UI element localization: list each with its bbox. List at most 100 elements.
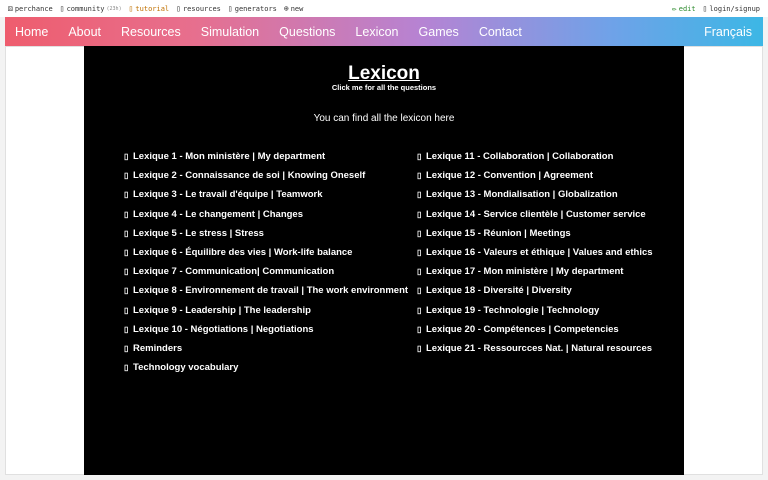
lexicon-item-label: Lexique 20 - Compétences | Competencies (426, 323, 619, 335)
lexicon-item-label: Lexique 8 - Environnement de travail | T… (133, 285, 409, 297)
lexicon-item[interactable]: ▯ Lexique 1 - Mon ministère | My departme… (124, 147, 408, 166)
resources-link[interactable]: ▯ resources (176, 4, 221, 13)
lexicon-item-label: Technology vocabulary (133, 362, 239, 374)
lexicon-item-label: Lexique 16 - Valeurs et éthique | Values… (426, 247, 653, 259)
lexicon-item-label: Lexique 10 - Négotiations | Negotiations (133, 323, 314, 335)
lexicon-item[interactable]: ▯ Lexique 3 - Le travail d'équipe | Teamw… (124, 185, 408, 204)
lexicon-item[interactable]: ▯ Lexique 6 - Équilibre des vies | Work-l… (124, 243, 408, 262)
document-icon: ▯ (124, 228, 129, 238)
lexicon-item-label: Lexique 2 - Connaissance de soi | Knowin… (133, 170, 366, 182)
lexicon-item[interactable]: ▯ Lexique 18 - Diversité | Diversity (417, 281, 653, 300)
lexicon-item-label: Lexique 9 - Leadership | The leadership (133, 304, 311, 316)
book-icon: ▯ (176, 4, 181, 13)
page-title[interactable]: Lexicon (84, 63, 684, 85)
nav-simulation[interactable]: Simulation (191, 25, 269, 39)
document-icon: ▯ (124, 324, 129, 334)
community-link[interactable]: ▯ community (23h) (60, 4, 122, 13)
lexicon-item[interactable]: ▯ Lexique 2 - Connaissance de soi | Knowi… (124, 166, 408, 185)
lexicon-item[interactable]: ▯ Lexique 5 - Le stress | Stress (124, 224, 408, 243)
lexicon-item[interactable]: ▯ Lexique 19 - Technologie | Technology (417, 301, 653, 320)
nav-links: Home About Resources Simulation Question… (5, 17, 532, 46)
new-label: new (290, 4, 304, 13)
lexicon-item-label: Lexique 12 - Convention | Agreement (426, 170, 594, 182)
list-icon: ▯ (227, 4, 233, 13)
lexicon-panel: Lexicon Click me for all the questions Y… (84, 46, 684, 475)
lexicon-item[interactable]: ▯ Lexique 13 - Mondialisation | Globaliza… (417, 185, 653, 204)
questions-link[interactable]: Click me for all the questions (84, 83, 684, 92)
document-icon: ▯ (124, 209, 129, 219)
lexicon-item-label: Lexique 17 - Mon ministère | My departme… (426, 266, 624, 278)
new-link[interactable]: ⊕ new (284, 4, 303, 13)
lexicon-item[interactable]: ▯ Lexique 12 - Convention | Agreement (417, 166, 653, 185)
lexicon-item-label: Lexique 3 - Le travail d'équipe | Teamwo… (133, 189, 323, 201)
document-icon: ▯ (417, 171, 422, 181)
brand-label: perchance (14, 4, 53, 13)
language-toggle[interactable]: Français (704, 25, 763, 39)
document-icon: ▯ (124, 171, 129, 181)
lexicon-list-left: ▯ Lexique 1 - Mon ministère | My departme… (124, 147, 408, 377)
lexicon-item-label: Lexique 7 - Communication| Communication (133, 266, 335, 278)
lexicon-item-label: Lexique 18 - Diversité | Diversity (426, 285, 572, 297)
community-label: community (66, 4, 105, 13)
generators-link[interactable]: ▯ generators (228, 4, 277, 13)
lexicon-item[interactable]: ▯ Lexique 16 - Valeurs et éthique | Value… (417, 243, 653, 262)
lexicon-item[interactable]: ▯ Lexique 17 - Mon ministère | My departm… (417, 262, 653, 281)
document-icon: ▯ (417, 286, 422, 296)
edit-label: edit (678, 4, 696, 13)
document-icon: ▯ (417, 343, 422, 353)
document-icon: ▯ (417, 267, 422, 277)
login-link[interactable]: ▯ login/signup (703, 4, 760, 13)
lexicon-item[interactable]: ▯ Lexique 11 - Collaboration | Collaborat… (417, 147, 653, 166)
tutorial-label: tutorial (135, 4, 170, 13)
intro-text: You can find all the lexicon here (313, 113, 455, 124)
document-icon: ▯ (124, 343, 129, 353)
document-icon: ▯ (124, 190, 129, 200)
document-icon: ▯ (124, 152, 129, 162)
document-icon: ▯ (124, 248, 129, 258)
brand-link[interactable]: ⚄ perchance (8, 4, 53, 13)
document-icon: ▯ (417, 152, 422, 162)
lexicon-item-label: Lexique 1 - Mon ministère | My departmen… (133, 151, 326, 163)
document-icon: ▯ (124, 363, 129, 373)
lexicon-item[interactable]: ▯ Lexique 14 - Service clientèle | Custom… (417, 205, 653, 224)
lexicon-item[interactable]: ▯ Lexique 10 - Négotiations | Negotiation… (124, 320, 408, 339)
book-icon: ▯ (128, 4, 134, 13)
edit-link[interactable]: ✏ edit (672, 4, 696, 13)
nav-home[interactable]: Home (5, 25, 58, 39)
perchance-topbar: ⚄ perchance ▯ community (23h) ▯ tutorial… (0, 0, 768, 17)
nav-contact[interactable]: Contact (469, 25, 532, 39)
resources-label: resources (182, 4, 221, 13)
nav-games[interactable]: Games (409, 25, 469, 39)
document-icon: ▯ (417, 190, 422, 200)
lexicon-item-label: Lexique 5 - Le stress | Stress (133, 227, 264, 239)
nav-resources[interactable]: Resources (111, 25, 191, 39)
nav-questions[interactable]: Questions (269, 25, 345, 39)
lexicon-item[interactable]: ▯ Lexique 7 - Communication| Communicatio… (124, 262, 408, 281)
lexicon-item-label: Lexique 11 - Collaboration | Collaborati… (426, 151, 614, 163)
lexicon-item[interactable]: ▯ Lexique 4 - Le changement | Changes (124, 205, 408, 224)
lexicon-item[interactable]: ▯ Lexique 20 - Compétences | Competencies (417, 320, 653, 339)
lexicon-item-label: Lexique 6 - Équilibre des vies | Work-li… (133, 247, 353, 259)
community-count: (23h) (106, 5, 122, 12)
lexicon-item[interactable]: ▯ Lexique 8 - Environnement de travail | … (124, 281, 408, 300)
lexicon-item[interactable]: ▯ Technology vocabulary (124, 358, 408, 377)
main-navbar: Home About Resources Simulation Question… (5, 17, 763, 46)
lexicon-item-label: Lexique 4 - Le changement | Changes (133, 208, 304, 220)
pencil-icon: ✏ (671, 4, 677, 13)
document-icon: ▯ (124, 267, 129, 277)
lexicon-item-label: Lexique 19 - Technologie | Technology (426, 304, 600, 316)
topbar-right: ✏ edit ▯ login/signup (672, 4, 760, 13)
nav-lexicon[interactable]: Lexicon (345, 25, 408, 39)
chat-icon: ▯ (59, 4, 65, 13)
lexicon-item[interactable]: ▯ Lexique 21 - Ressourcces Nat. | Natural… (417, 339, 653, 358)
lexicon-item-label: Lexique 14 - Service clientèle | Custome… (426, 208, 646, 220)
dice-icon: ⚄ (8, 4, 13, 13)
topbar-left: ⚄ perchance ▯ community (23h) ▯ tutorial… (8, 4, 303, 13)
lexicon-item[interactable]: ▯ Reminders (124, 339, 408, 358)
lexicon-item[interactable]: ▯ Lexique 9 - Leadership | The leadership (124, 301, 408, 320)
tutorial-link[interactable]: ▯ tutorial (129, 4, 170, 13)
document-icon: ▯ (417, 248, 422, 258)
nav-about[interactable]: About (58, 25, 111, 39)
document-icon: ▯ (417, 228, 422, 238)
lexicon-item[interactable]: ▯ Lexique 15 - Réunion | Meetings (417, 224, 653, 243)
